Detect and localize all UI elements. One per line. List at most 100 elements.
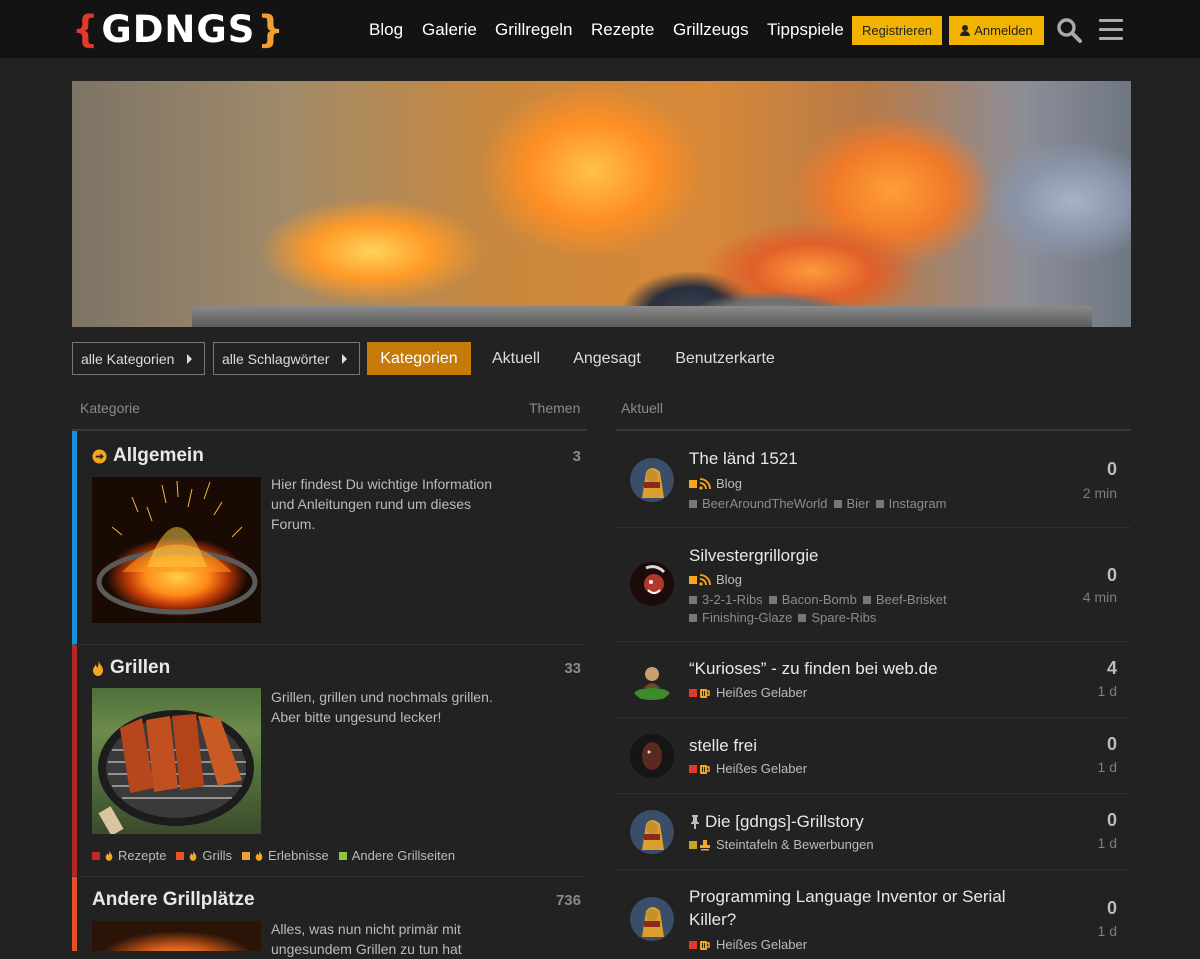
tag[interactable]: Beef-Brisket <box>863 591 947 609</box>
rss-icon <box>699 477 711 490</box>
avatar[interactable] <box>630 658 674 702</box>
topic-title[interactable]: Programming Language Inventor or Serial … <box>689 885 1029 931</box>
caret-right-icon <box>342 354 347 364</box>
beer-mug-icon <box>700 688 710 698</box>
topic-title[interactable]: Silvestergrillorgie <box>689 544 1029 567</box>
subcategory-rezepte[interactable]: Rezepte <box>92 848 166 863</box>
topic-post-count: 4 <box>1106 658 1117 678</box>
category-name: Grillen <box>110 657 171 678</box>
topic-category[interactable]: Blog <box>689 476 742 491</box>
category-title[interactable]: Allgemein <box>92 445 204 467</box>
topic-age[interactable]: 1 d <box>1057 683 1117 699</box>
topic-row[interactable]: Die [gdngs]-Grillstory Steintafeln & Bew… <box>616 794 1131 870</box>
avatar[interactable] <box>630 458 674 502</box>
category-topic-count: 3 <box>572 448 581 465</box>
topic-row[interactable]: The länd 1521 Blog BeerAroundTheWorld Bie… <box>616 431 1131 528</box>
topic-category[interactable]: Blog <box>689 572 742 587</box>
topic-age[interactable]: 1 d <box>1057 835 1117 851</box>
beer-mug-icon <box>700 764 710 774</box>
topic-tags: 3-2-1-Ribs Bacon-Bomb Beef-Brisket Finishin… <box>689 591 1019 627</box>
subcategory-label: Erlebnisse <box>268 848 329 863</box>
topic-category[interactable]: Steintafeln & Bewerbungen <box>689 837 874 852</box>
latest-column-header: Aktuell <box>621 400 664 416</box>
subcategory-label: Rezepte <box>118 848 167 863</box>
nav-tippspiele[interactable]: Tippspiele <box>767 20 844 40</box>
category-row-andere-grillplaetze[interactable]: Andere Grillplätze 736 Alles, was nun ni… <box>72 877 587 957</box>
categories-dropdown[interactable]: alle Kategorien <box>72 342 205 375</box>
avatar[interactable] <box>630 562 674 606</box>
category-row-grillen[interactable]: Grillen 33 Grillen, grillen und nochmals… <box>72 645 587 877</box>
hamburger-icon[interactable] <box>1099 19 1123 41</box>
search-icon[interactable] <box>1056 17 1082 43</box>
beer-mug-icon <box>700 940 710 950</box>
stamp-icon <box>700 839 710 850</box>
topic-row[interactable]: Silvestergrillorgie Blog 3-2-1-Ribs Bacon… <box>616 528 1131 642</box>
nav-rezepte[interactable]: Rezepte <box>591 20 654 40</box>
tag[interactable]: Spare-Ribs <box>798 609 876 627</box>
category-row-allgemein[interactable]: Allgemein 3 Hier findest Du wichtige Inf… <box>72 431 587 645</box>
subcategory-andere-grillseiten[interactable]: Andere Grillseiten <box>338 848 456 863</box>
topic-row[interactable]: “Kurioses” - zu finden bei web.de Heißes… <box>616 642 1131 718</box>
tag[interactable]: BeerAroundTheWorld <box>689 495 828 513</box>
category-description: Hier findest Du wichtige Information und… <box>271 476 492 532</box>
tag[interactable]: Bacon-Bomb <box>769 591 857 609</box>
topic-row[interactable]: stelle frei Heißes Gelaber 0 1 d <box>616 718 1131 794</box>
flame-icon <box>255 850 263 861</box>
register-button[interactable]: Registrieren <box>852 16 942 45</box>
topic-category[interactable]: Heißes Gelaber <box>689 761 807 776</box>
categories-dropdown-label: alle Kategorien <box>81 350 175 367</box>
ribs-on-grill-image <box>98 710 254 834</box>
tab-benutzerkarte[interactable]: Benutzerkarte <box>663 342 787 375</box>
category-title[interactable]: Grillen <box>92 657 170 679</box>
subcategory-label: Andere Grillseiten <box>351 848 456 863</box>
tab-aktuell[interactable]: Aktuell <box>481 342 551 375</box>
topic-post-count: 0 <box>1106 459 1117 479</box>
avatar[interactable] <box>630 734 674 778</box>
tag[interactable]: Finishing-Glaze <box>689 609 792 627</box>
category-name: Allgemein <box>113 445 204 466</box>
category-image[interactable] <box>92 688 261 834</box>
tag[interactable]: Bier <box>834 495 870 513</box>
category-topic-count: 736 <box>555 892 581 909</box>
topic-category[interactable]: Heißes Gelaber <box>689 937 807 952</box>
category-column-header: Kategorie <box>80 400 140 416</box>
topic-category[interactable]: Heißes Gelaber <box>689 685 807 700</box>
category-description: Grillen, grillen und nochmals grillen. A… <box>271 689 493 725</box>
topic-age[interactable]: 4 min <box>1057 589 1117 605</box>
login-button[interactable]: Anmelden <box>949 16 1044 45</box>
nav-galerie[interactable]: Galerie <box>422 20 477 40</box>
avatar[interactable] <box>630 810 674 854</box>
topic-tags: BeerAroundTheWorld Bier Instagram <box>689 495 1019 513</box>
subcategory-erlebnisse[interactable]: Erlebnisse <box>242 848 329 863</box>
topic-age[interactable]: 1 d <box>1057 923 1117 939</box>
category-image[interactable] <box>92 477 261 623</box>
category-image[interactable] <box>92 921 261 951</box>
tag[interactable]: Instagram <box>876 495 947 513</box>
tab-angesagt[interactable]: Angesagt <box>562 342 652 375</box>
nav-grillregeln[interactable]: Grillregeln <box>495 20 572 40</box>
caret-right-icon <box>187 354 192 364</box>
tags-dropdown[interactable]: alle Schlagwörter <box>213 342 360 375</box>
login-label: Anmelden <box>974 23 1033 38</box>
topic-age[interactable]: 1 d <box>1057 759 1117 775</box>
topic-post-count: 0 <box>1106 565 1117 585</box>
topic-post-count: 0 <box>1106 898 1117 918</box>
avatar[interactable] <box>630 897 674 941</box>
topic-age[interactable]: 2 min <box>1057 485 1117 501</box>
flame-icon <box>105 850 113 861</box>
flame-icon <box>93 660 103 676</box>
nav-grillzeugs[interactable]: Grillzeugs <box>673 20 749 40</box>
topic-title[interactable]: The länd 1521 <box>689 447 1029 470</box>
topic-post-count: 0 <box>1106 810 1117 830</box>
topic-title[interactable]: Die [gdngs]-Grillstory <box>689 810 1029 833</box>
category-title[interactable]: Andere Grillplätze <box>92 889 255 911</box>
topic-title[interactable]: “Kurioses” - zu finden bei web.de <box>689 657 1029 680</box>
nav-blog[interactable]: Blog <box>369 20 403 40</box>
subcategory-grills[interactable]: Grills <box>176 848 232 863</box>
topic-row[interactable]: Programming Language Inventor or Serial … <box>616 870 1131 952</box>
user-icon <box>960 25 971 36</box>
topic-post-count: 0 <box>1106 734 1117 754</box>
topic-title[interactable]: stelle frei <box>689 734 1029 757</box>
tag[interactable]: 3-2-1-Ribs <box>689 591 763 609</box>
tab-kategorien[interactable]: Kategorien <box>367 342 471 375</box>
